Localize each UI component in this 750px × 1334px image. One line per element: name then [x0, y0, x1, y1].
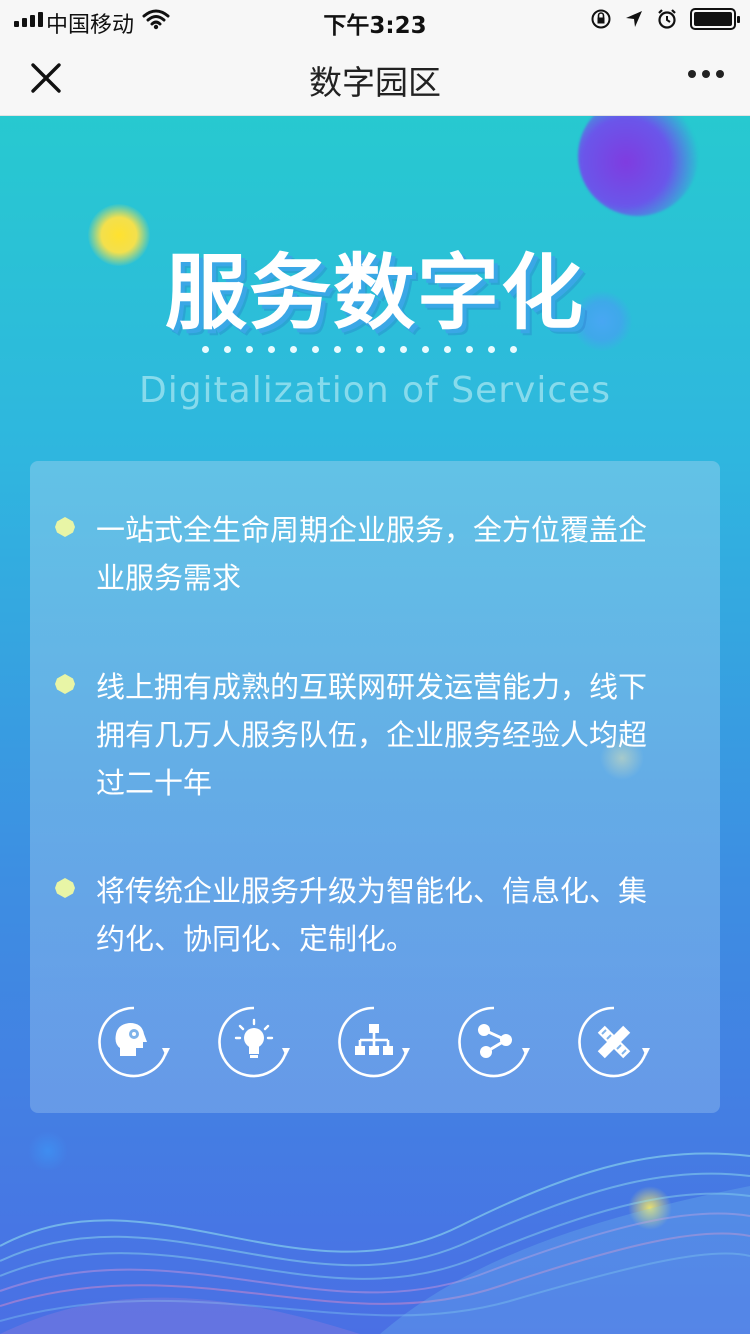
decorative-orb: [578, 116, 698, 216]
list-item: 一站式全生命周期企业服务，全方位覆盖企业服务需求: [54, 506, 671, 602]
dotted-divider: [202, 346, 517, 353]
decorative-waves: [0, 1152, 750, 1334]
hero-title: 服务数字化: [164, 246, 585, 341]
list-item: 将传统企业服务升级为智能化、信息化、集约化、协同化、定制化。: [54, 867, 671, 963]
feature-icon-row: [96, 1004, 656, 1080]
bullet-marker-icon: [55, 878, 75, 898]
list-item-text: 线上拥有成熟的互联网研发运营能力，线下拥有几万人服务队伍，企业服务经验人均超过二…: [96, 670, 648, 800]
orientation-lock-icon: [591, 9, 611, 29]
list-item-text: 将传统企业服务升级为智能化、信息化、集约化、协同化、定制化。: [96, 874, 648, 956]
feature-card: 一站式全生命周期企业服务，全方位覆盖企业服务需求 线上拥有成熟的互联网研发运营能…: [30, 461, 720, 1113]
hero-subtitle: Digitalization of Services: [138, 370, 612, 411]
intelligence-head-icon: [98, 1006, 170, 1078]
location-arrow-icon: [626, 11, 642, 27]
battery-icon: [690, 8, 740, 30]
navigation-bar: 数字园区: [0, 38, 750, 116]
page-title: 数字园区: [309, 63, 441, 102]
bullet-marker-icon: [55, 517, 75, 537]
hero-banner: 服务数字化 Digitalization of Services 一站式全生命周…: [0, 116, 750, 1334]
share-nodes-icon: [458, 1006, 530, 1078]
lightbulb-icon: [218, 1006, 290, 1078]
alarm-icon: [658, 9, 676, 29]
pencil-ruler-icon: [578, 1006, 650, 1078]
status-bar: 中国移动 下午3:23: [0, 0, 750, 39]
bullet-marker-icon: [55, 674, 75, 694]
more-options-icon[interactable]: [688, 70, 724, 78]
list-item: 线上拥有成熟的互联网研发运营能力，线下拥有几万人服务队伍，企业服务经验人均超过二…: [54, 663, 671, 807]
list-item-text: 一站式全生命周期企业服务，全方位覆盖企业服务需求: [96, 513, 648, 595]
org-chart-icon: [338, 1006, 410, 1078]
